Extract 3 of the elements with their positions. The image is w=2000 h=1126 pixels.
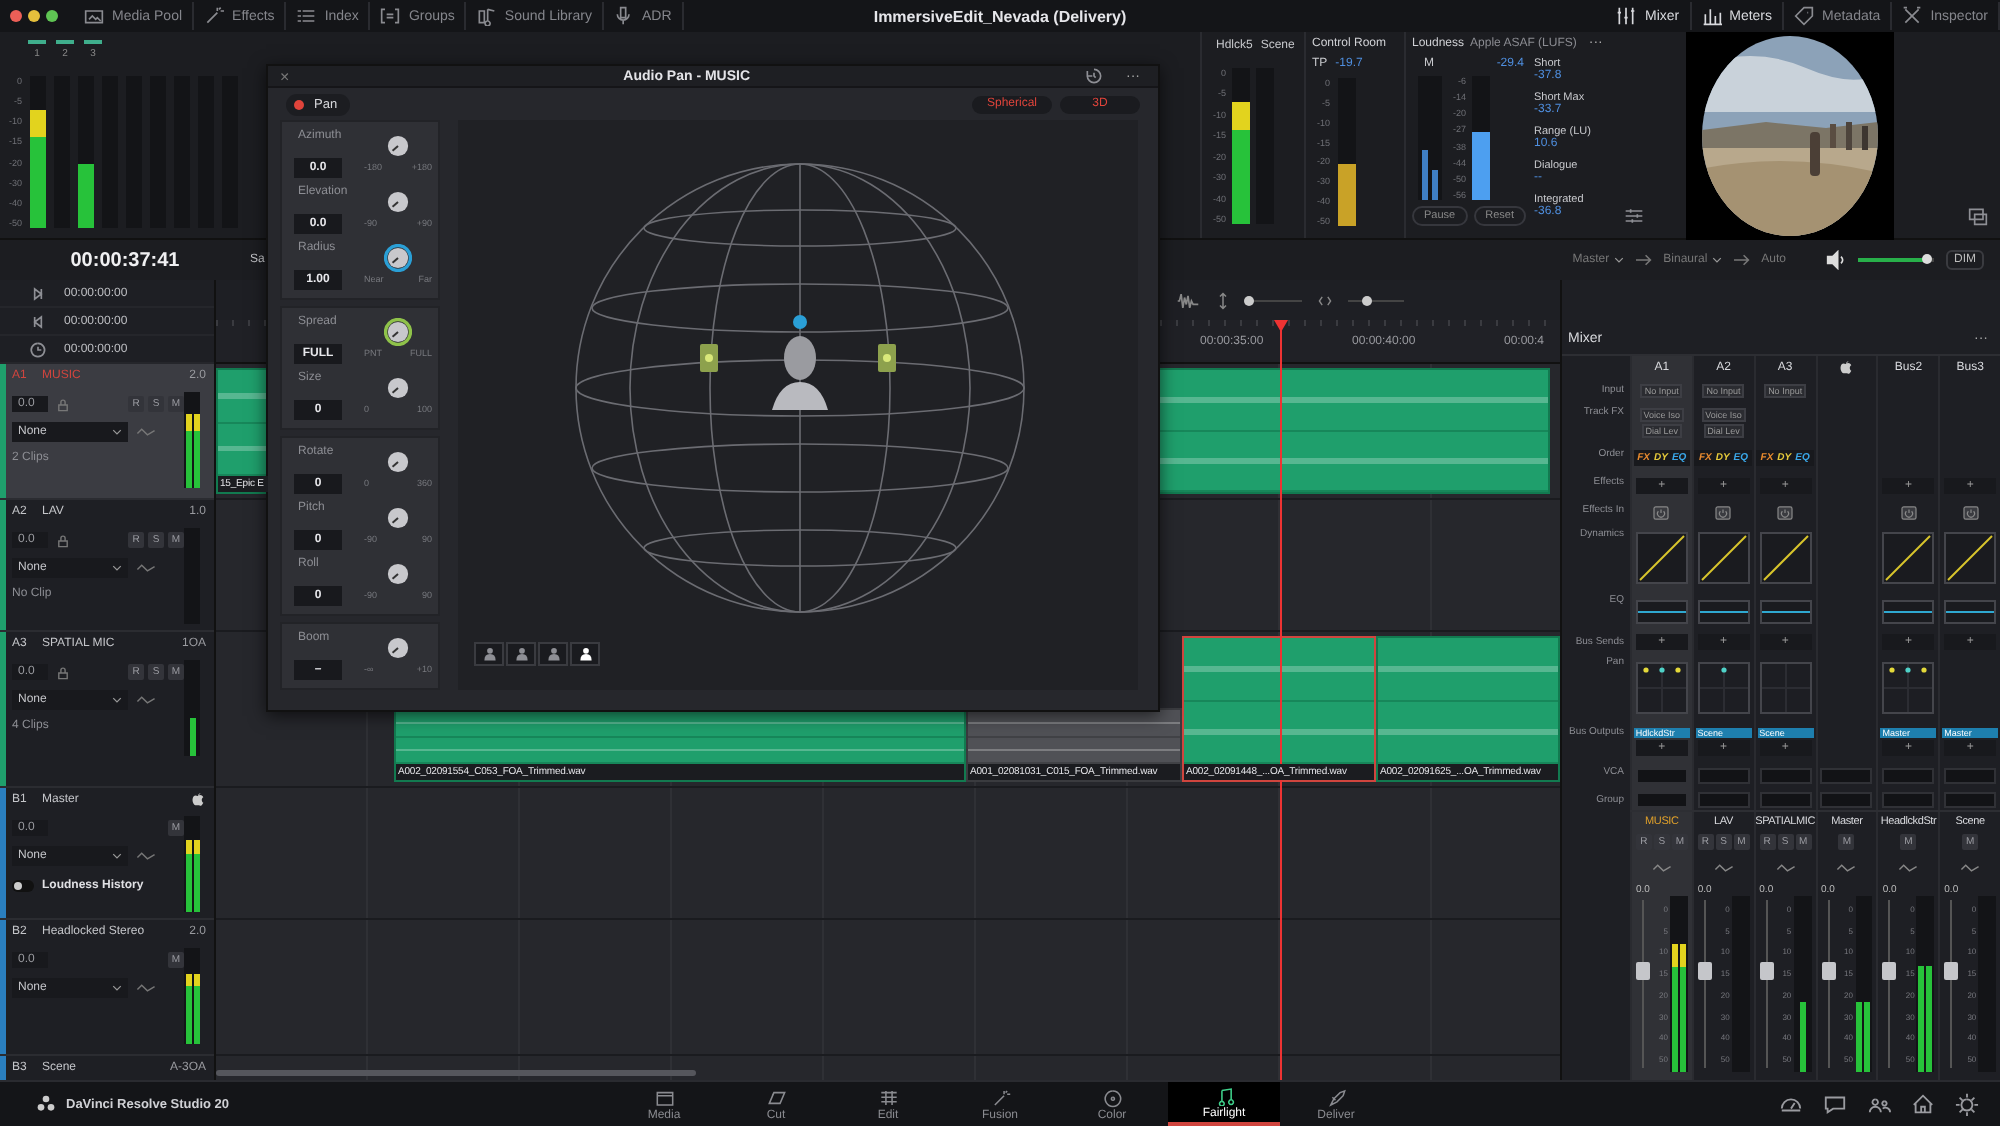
timecode: 00:00:37:41 — [68, 249, 182, 271]
close-button[interactable]: × — [280, 67, 290, 86]
window-title: ImmersiveEdit_Nevada (Delivery) — [873, 7, 1127, 25]
